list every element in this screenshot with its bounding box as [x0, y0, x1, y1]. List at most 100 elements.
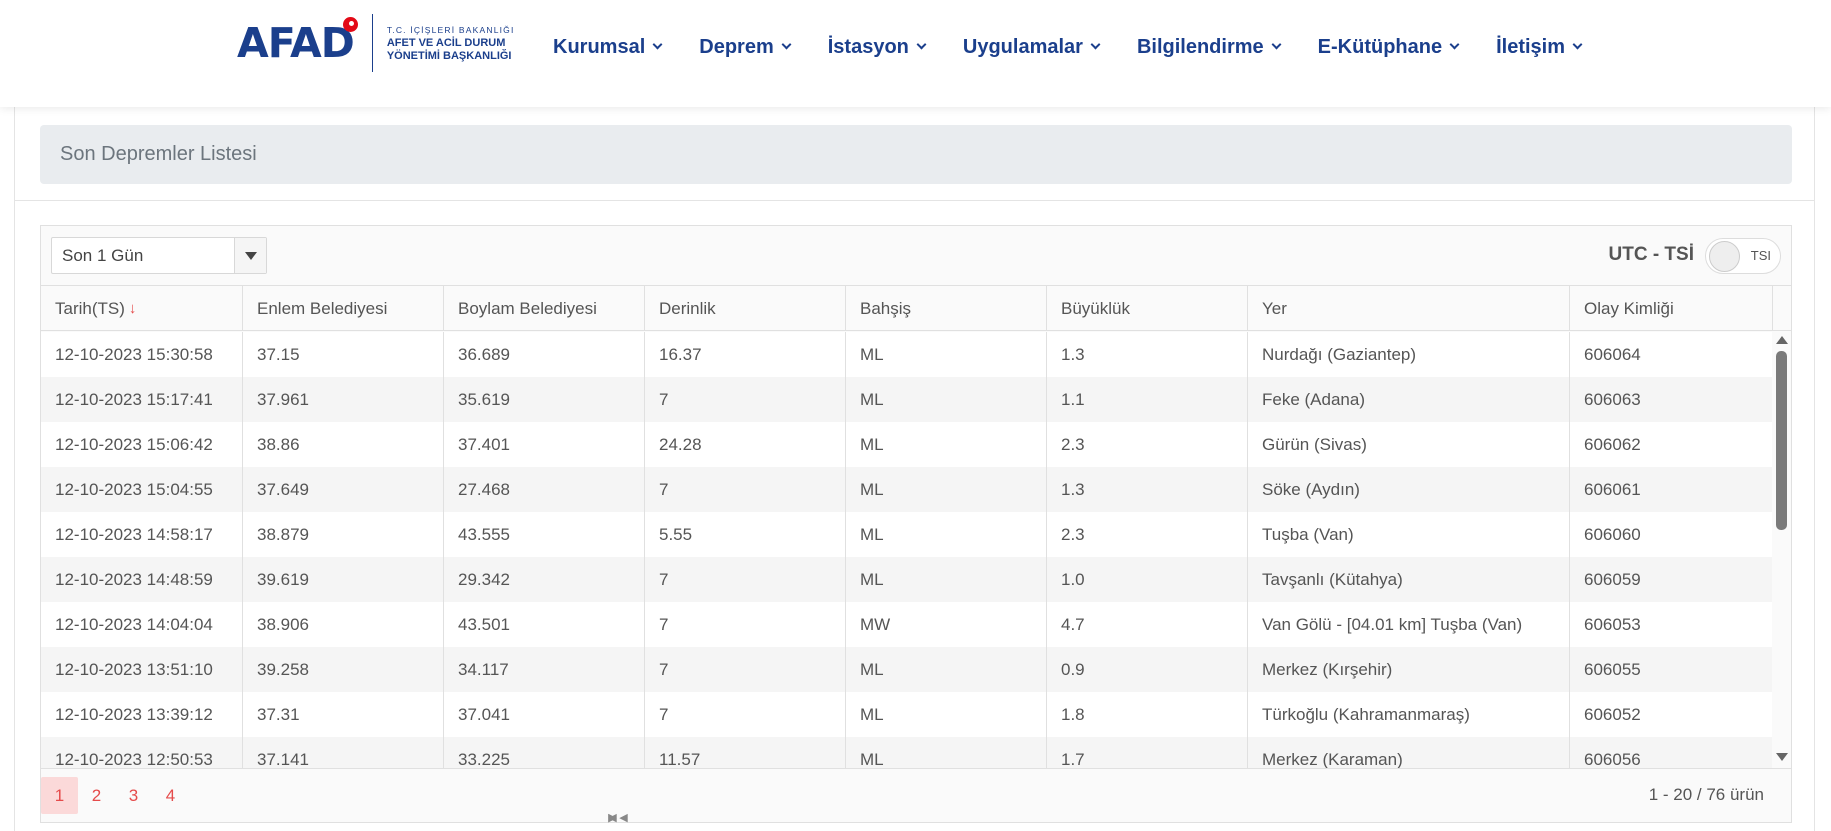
- nav-bilgilendirme[interactable]: Bilgilendirme: [1137, 36, 1282, 59]
- cell-longitude: 35.619: [444, 377, 645, 422]
- table-row[interactable]: 12-10-2023 14:48:59 39.619 29.342 7 ML 1.0 Tav…: [41, 557, 1773, 602]
- cell-type: ML: [846, 512, 1047, 557]
- nav-uygulamalar[interactable]: Uygulamalar: [962, 35, 1101, 59]
- cell-event-id: 606063: [1570, 377, 1773, 422]
- cell-magnitude: 2.3: [1047, 422, 1248, 467]
- period-select[interactable]: Son 1 Gün: [51, 237, 267, 274]
- column-header-latitude[interactable]: Enlem Belediyesi: [243, 286, 444, 331]
- nav-label: Deprem: [699, 35, 774, 58]
- sort-descending-icon[interactable]: ↓: [129, 300, 137, 317]
- cell-depth: 5.55: [645, 512, 846, 557]
- dropdown-arrow-icon[interactable]: [234, 238, 266, 273]
- table-row[interactable]: 12-10-2023 13:39:12 37.31 37.041 7 ML 1.8 Türk…: [41, 692, 1773, 737]
- column-header-depth[interactable]: Derinlik: [645, 286, 846, 331]
- cell-magnitude: 1.1: [1047, 377, 1248, 422]
- table-row[interactable]: 12-10-2023 15:17:41 37.961 35.619 7 ML 1.1 Fek…: [41, 377, 1773, 422]
- cell-latitude: 37.141: [243, 737, 444, 769]
- page-button-4[interactable]: 4: [152, 777, 189, 814]
- toggle-knob[interactable]: [1709, 241, 1740, 272]
- cell-type: ML: [846, 467, 1047, 512]
- cell-event-id: 606061: [1570, 467, 1773, 512]
- cell-location: Tavşanlı (Kütahya): [1248, 557, 1570, 602]
- cell-magnitude: 4.7: [1047, 602, 1248, 647]
- utc-tsi-toggle[interactable]: TSI: [1705, 238, 1781, 274]
- cell-location: Söke (Aydın): [1248, 467, 1570, 512]
- cell-depth: 7: [645, 602, 846, 647]
- cell-date: 12-10-2023 12:50:53: [41, 737, 243, 769]
- cell-type: ML: [846, 647, 1047, 692]
- column-header-label: Tarih(TS): [55, 298, 125, 318]
- column-header-magnitude[interactable]: Büyüklük: [1047, 286, 1248, 331]
- cell-latitude: 39.258: [243, 647, 444, 692]
- cell-type: MW: [846, 602, 1047, 647]
- cell-longitude: 33.225: [444, 737, 645, 769]
- cell-magnitude: 1.3: [1047, 332, 1248, 377]
- nav-label: İletişim: [1496, 35, 1566, 58]
- nav-label: Kurumsal: [553, 35, 646, 58]
- column-header-date[interactable]: Tarih(TS) ↓: [41, 286, 243, 331]
- table-header: Tarih(TS) ↓ Enlem Belediyesi Boylam Beled…: [41, 286, 1791, 331]
- cell-longitude: 27.468: [444, 467, 645, 512]
- column-header-type[interactable]: Bahşiş: [846, 286, 1047, 331]
- cell-magnitude: 0.9: [1047, 647, 1248, 692]
- nav-deprem[interactable]: Deprem: [699, 35, 792, 59]
- page-button-1[interactable]: 1: [41, 777, 78, 814]
- table-row[interactable]: 12-10-2023 13:51:10 39.258 34.117 7 ML 0.9 Mer…: [41, 647, 1773, 692]
- cell-event-id: 606064: [1570, 332, 1773, 377]
- table-body[interactable]: 12-10-2023 15:30:58 37.15 36.689 16.37 ML 1.3…: [41, 332, 1773, 769]
- cell-type: ML: [846, 332, 1047, 377]
- cell-latitude: 38.86: [243, 422, 444, 467]
- last-page-icon[interactable]: ▶︎: [594, 799, 631, 831]
- nav-label: İstasyon: [827, 35, 909, 58]
- pagination: ◀︎ ◀ 1 2 3 4 ▶ ▶︎ 1 - 20 / 76 ürün: [41, 768, 1791, 824]
- cell-event-id: 606059: [1570, 557, 1773, 602]
- chevron-down-icon: [916, 39, 927, 50]
- cell-event-id: 606056: [1570, 737, 1773, 769]
- turkish-flag-icon: [342, 17, 358, 32]
- cell-depth: 16.37: [645, 332, 846, 377]
- cell-type: ML: [846, 692, 1047, 737]
- cell-date: 12-10-2023 13:39:12: [41, 692, 243, 737]
- cell-event-id: 606052: [1570, 692, 1773, 737]
- cell-type: ML: [846, 557, 1047, 602]
- page-button-2[interactable]: 2: [78, 777, 115, 814]
- table-row[interactable]: 12-10-2023 15:04:55 37.649 27.468 7 ML 1.3 Sök…: [41, 467, 1773, 512]
- column-header-longitude[interactable]: Boylam Belediyesi: [444, 286, 645, 331]
- nav-kurumsal[interactable]: Kurumsal: [553, 35, 663, 59]
- cell-depth: 7: [645, 467, 846, 512]
- chevron-down-icon: [781, 39, 792, 50]
- cell-depth: 7: [645, 377, 846, 422]
- vertical-scrollbar[interactable]: [1772, 332, 1791, 769]
- nav-label: Uygulamalar: [962, 35, 1083, 58]
- cell-location: Van Gölü - [04.01 km] Tuşba (Van): [1248, 602, 1570, 647]
- table-row[interactable]: 12-10-2023 15:06:42 38.86 37.401 24.28 ML 2.3…: [41, 422, 1773, 467]
- cell-type: ML: [846, 422, 1047, 467]
- cell-date: 12-10-2023 15:30:58: [41, 332, 243, 377]
- table-row[interactable]: 12-10-2023 12:50:53 37.141 33.225 11.57 ML 1.…: [41, 737, 1773, 769]
- cell-latitude: 37.649: [243, 467, 444, 512]
- cell-date: 12-10-2023 13:51:10: [41, 647, 243, 692]
- cell-location: Gürün (Sivas): [1248, 422, 1570, 467]
- afad-logo[interactable]: AFAD T.C. İÇİŞLERİ BAKANLIĞI AFET VE ACİ…: [237, 12, 515, 74]
- page-button-3[interactable]: 3: [115, 777, 152, 814]
- scrollbar-thumb[interactable]: [1776, 351, 1787, 530]
- table-row[interactable]: 12-10-2023 14:04:04 38.906 43.501 7 MW 4.7 Van…: [41, 602, 1773, 647]
- cell-longitude: 29.342: [444, 557, 645, 602]
- toggle-label: TSI: [1750, 248, 1771, 263]
- column-header-location[interactable]: Yer: [1248, 286, 1570, 331]
- nav-iletisim[interactable]: İletişim: [1496, 35, 1583, 59]
- nav-istasyon[interactable]: İstasyon: [827, 35, 927, 59]
- table-row[interactable]: 12-10-2023 15:30:58 37.15 36.689 16.37 ML 1.3…: [41, 332, 1773, 377]
- nav-e-kutuphane[interactable]: E-Kütüphane: [1318, 36, 1460, 59]
- logo-wordmark: AFAD: [237, 17, 358, 67]
- chevron-down-icon: [1090, 39, 1101, 50]
- cell-latitude: 37.15: [243, 332, 444, 377]
- column-header-event-id[interactable]: Olay Kimliği: [1570, 286, 1773, 331]
- cell-date: 12-10-2023 14:58:17: [41, 512, 243, 557]
- scroll-down-icon[interactable]: [1776, 753, 1788, 761]
- cell-magnitude: 1.8: [1047, 692, 1248, 737]
- cell-latitude: 38.879: [243, 512, 444, 557]
- scroll-up-icon[interactable]: [1776, 336, 1788, 344]
- table-row[interactable]: 12-10-2023 14:58:17 38.879 43.555 5.55 ML 2.3…: [41, 512, 1773, 557]
- cell-magnitude: 1.0: [1047, 557, 1248, 602]
